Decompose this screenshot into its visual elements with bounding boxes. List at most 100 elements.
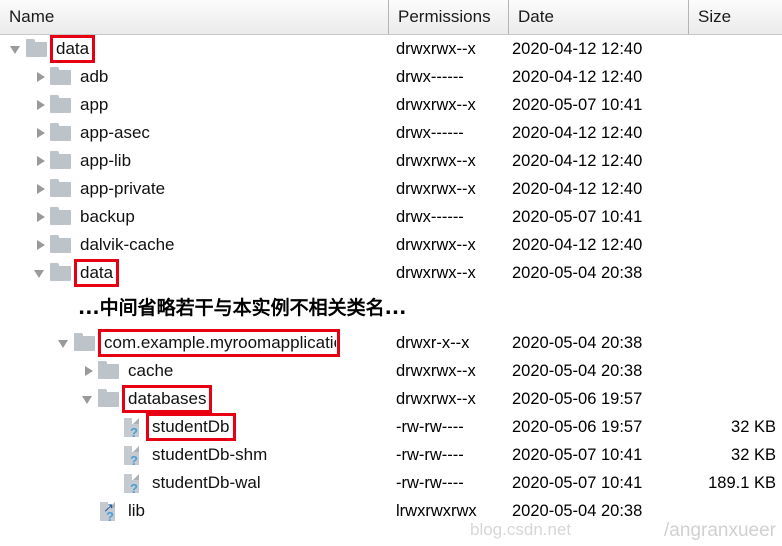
file-name-label: app-private xyxy=(80,179,166,198)
chevron-right-icon[interactable] xyxy=(32,91,50,119)
chevron-down-icon[interactable] xyxy=(32,259,50,287)
file-row[interactable]: ↗? lib lrwxrwxrwx 2020-05-04 20:38 xyxy=(0,497,782,525)
file-date-cell: 2020-05-07 10:41 xyxy=(512,446,643,464)
file-unknown-icon: ? xyxy=(122,473,144,495)
chevron-right-icon[interactable] xyxy=(32,63,50,91)
file-date-cell: 2020-05-04 20:38 xyxy=(512,362,643,380)
file-row[interactable]: app drwxrwx--x 2020-05-07 10:41 xyxy=(0,91,782,119)
twisty-placeholder xyxy=(104,441,122,469)
file-row[interactable]: ? studentDb -rw-rw---- 2020-05-06 19:57 32 K… xyxy=(0,413,782,441)
file-permissions-cell: drwxrwx--x xyxy=(396,180,476,198)
file-row[interactable]: dalvik-cache drwxrwx--x 2020-04-12 12:40 xyxy=(0,231,782,259)
file-name-cell[interactable]: data xyxy=(0,259,420,287)
file-name-label: app-asec xyxy=(80,123,150,142)
file-size-cell xyxy=(688,147,776,175)
column-header-size[interactable]: Size xyxy=(688,0,782,34)
chevron-right-icon[interactable] xyxy=(32,119,50,147)
file-row[interactable]: ? studentDb-shm -rw-rw---- 2020-05-07 10:41… xyxy=(0,441,782,469)
file-row[interactable]: databases drwxrwx--x 2020-05-06 19:57 xyxy=(0,385,782,413)
chevron-right-icon[interactable] xyxy=(32,147,50,175)
chevron-down-icon[interactable] xyxy=(8,35,26,63)
file-name-cell[interactable]: app-lib xyxy=(0,147,420,175)
omitted-entries-note: ...中间省略若干与本实例不相关类名... xyxy=(78,297,407,319)
file-row[interactable]: backup drwx------ 2020-05-07 10:41 xyxy=(0,203,782,231)
folder-icon xyxy=(50,207,72,227)
folder-icon xyxy=(50,179,72,199)
file-permissions-cell: drwxrwx--x xyxy=(396,236,476,254)
twisty-placeholder xyxy=(104,469,122,497)
file-row[interactable]: app-lib drwxrwx--x 2020-04-12 12:40 xyxy=(0,147,782,175)
file-row[interactable]: adb drwx------ 2020-04-12 12:40 xyxy=(0,63,782,91)
column-header-permissions[interactable]: Permissions xyxy=(388,0,508,34)
chevron-right-icon[interactable] xyxy=(32,231,50,259)
file-name-cell[interactable]: app xyxy=(0,91,420,119)
chevron-right-icon[interactable] xyxy=(32,175,50,203)
file-size-cell xyxy=(688,385,776,413)
file-date-cell: 2020-05-06 19:57 xyxy=(512,390,643,408)
file-date-cell: 2020-04-12 12:40 xyxy=(512,40,643,58)
chevron-down-icon[interactable] xyxy=(80,385,98,413)
file-date-cell: 2020-05-04 20:38 xyxy=(512,334,643,352)
file-unknown-icon: ? xyxy=(122,417,144,440)
file-size-cell xyxy=(688,175,776,203)
unknown-type-badge-icon: ? xyxy=(130,453,138,468)
file-name-label: databases xyxy=(121,385,213,413)
file-permissions-cell: drwxrwx--x xyxy=(396,362,476,380)
file-name-cell[interactable]: com.example.myroomapplicatio xyxy=(0,329,444,357)
file-permissions-cell: drwxr-x--x xyxy=(396,334,470,352)
file-row[interactable]: com.example.myroomapplicatio drwxr-x--x 20… xyxy=(0,329,782,357)
file-row[interactable]: cache drwxrwx--x 2020-05-04 20:38 xyxy=(0,357,782,385)
file-row[interactable]: app-private drwxrwx--x 2020-04-12 12:40 xyxy=(0,175,782,203)
folder-icon xyxy=(26,39,48,59)
twisty-placeholder xyxy=(80,497,98,525)
file-row[interactable]: app-asec drwx------ 2020-04-12 12:40 xyxy=(0,119,782,147)
column-header-date[interactable]: Date xyxy=(508,0,688,34)
file-size-cell xyxy=(688,203,776,231)
file-row[interactable]: data drwxrwx--x 2020-05-04 20:38 xyxy=(0,259,782,287)
omitted-entries-note-row: ...中间省略若干与本实例不相关类名... xyxy=(0,287,782,329)
file-name-cell[interactable]: dalvik-cache xyxy=(0,231,420,259)
chevron-right-icon[interactable] xyxy=(80,357,98,385)
file-name-label: com.example.myroomapplicatio xyxy=(98,329,340,357)
file-permissions-cell: drwxrwx--x xyxy=(396,40,476,58)
column-header-name[interactable]: Name xyxy=(0,0,388,34)
file-name-label: data xyxy=(49,35,96,63)
file-date-cell: 2020-04-12 12:40 xyxy=(512,124,643,142)
file-name-cell[interactable]: data xyxy=(0,35,396,63)
device-file-explorer: Name Permissions Date Size data drwxrwx--… xyxy=(0,0,782,546)
file-name-cell[interactable]: app-private xyxy=(0,175,420,203)
file-size-cell xyxy=(688,259,776,287)
file-date-cell: 2020-05-04 20:38 xyxy=(512,502,643,520)
file-name-label: app-lib xyxy=(80,151,132,170)
file-date-cell: 2020-05-07 10:41 xyxy=(512,208,643,226)
folder-icon xyxy=(50,235,72,255)
unknown-type-badge-icon: ? xyxy=(130,425,138,440)
file-permissions-cell: drwxrwx--x xyxy=(396,264,476,282)
file-row[interactable]: ? studentDb-wal -rw-rw---- 2020-05-07 10:41… xyxy=(0,469,782,497)
file-name-cell[interactable]: backup xyxy=(0,203,420,231)
file-row[interactable]: data drwxrwx--x 2020-04-12 12:40 xyxy=(0,35,782,63)
file-size-cell: 32 KB xyxy=(731,446,776,464)
chevron-down-icon[interactable] xyxy=(56,329,74,357)
file-permissions-cell: drwx------ xyxy=(396,68,464,86)
folder-icon xyxy=(50,95,72,115)
file-size-cell xyxy=(688,35,776,63)
file-name-label: dalvik-cache xyxy=(80,235,175,254)
file-permissions-cell: lrwxrwxrwx xyxy=(396,502,477,520)
file-name-cell[interactable]: app-asec xyxy=(0,119,420,147)
file-date-cell: 2020-05-04 20:38 xyxy=(512,264,643,282)
file-name-label: studentDb xyxy=(146,413,236,441)
file-name-label: app xyxy=(80,95,109,114)
file-unknown-icon: ? xyxy=(122,445,144,468)
file-name-label: lib xyxy=(128,501,146,520)
chevron-right-icon[interactable] xyxy=(32,203,50,231)
file-name-cell[interactable]: adb xyxy=(0,63,420,91)
file-permissions-cell: -rw-rw---- xyxy=(396,446,464,464)
file-date-cell: 2020-04-12 12:40 xyxy=(512,68,643,86)
file-date-cell: 2020-05-07 10:41 xyxy=(512,96,643,114)
unknown-type-badge-icon: ? xyxy=(106,509,114,524)
file-permissions-cell: -rw-rw---- xyxy=(396,474,464,492)
folder-icon xyxy=(98,361,120,381)
twisty-placeholder xyxy=(104,413,122,441)
file-date-cell: 2020-05-06 19:57 xyxy=(512,418,643,436)
